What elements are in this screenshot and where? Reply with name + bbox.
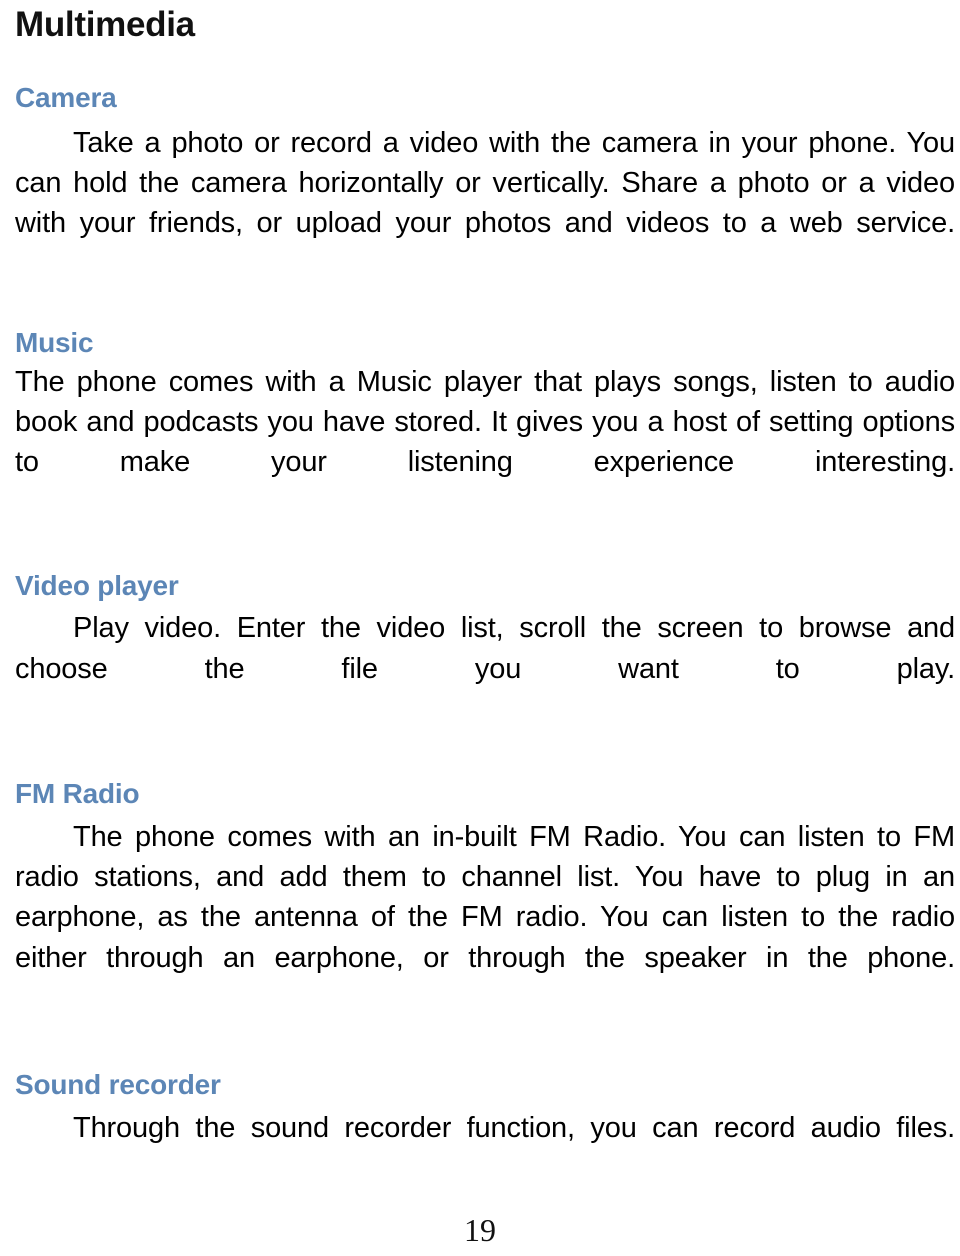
- section-body-fm-radio: The phone comes with an in-built FM Radi…: [15, 820, 955, 974]
- section-heading-sound-recorder: Sound recorder: [15, 1069, 221, 1101]
- section-body-music: The phone comes with a Music player that…: [15, 365, 955, 479]
- section-sound-recorder: Sound recorder Through the sound recorde…: [15, 1068, 955, 1188]
- page-title: Multimedia: [15, 5, 195, 44]
- section-heading-fm-radio: FM Radio: [15, 778, 140, 810]
- page-number: 19: [464, 1212, 496, 1248]
- section-body-video-player: Play video. Enter the video list, scroll…: [15, 612, 955, 685]
- section-body-camera: Take a photo or record a video with the …: [15, 126, 955, 240]
- section-heading-music: Music: [15, 327, 94, 359]
- section-camera: Camera Take a photo or record a video wi…: [15, 81, 955, 284]
- section-fm-radio: FM Radio The phone comes with an in-buil…: [15, 777, 955, 1018]
- document-page: Multimedia Camera Take a photo or record…: [0, 0, 960, 1256]
- section-video-player: Video player Play video. Enter the video…: [15, 569, 955, 729]
- section-heading-video-player: Video player: [15, 569, 179, 601]
- section-music: Music The phone comes with a Music playe…: [15, 326, 955, 523]
- section-body-sound-recorder: Through the sound recorder function, you…: [73, 1111, 955, 1144]
- section-heading-camera: Camera: [15, 82, 117, 114]
